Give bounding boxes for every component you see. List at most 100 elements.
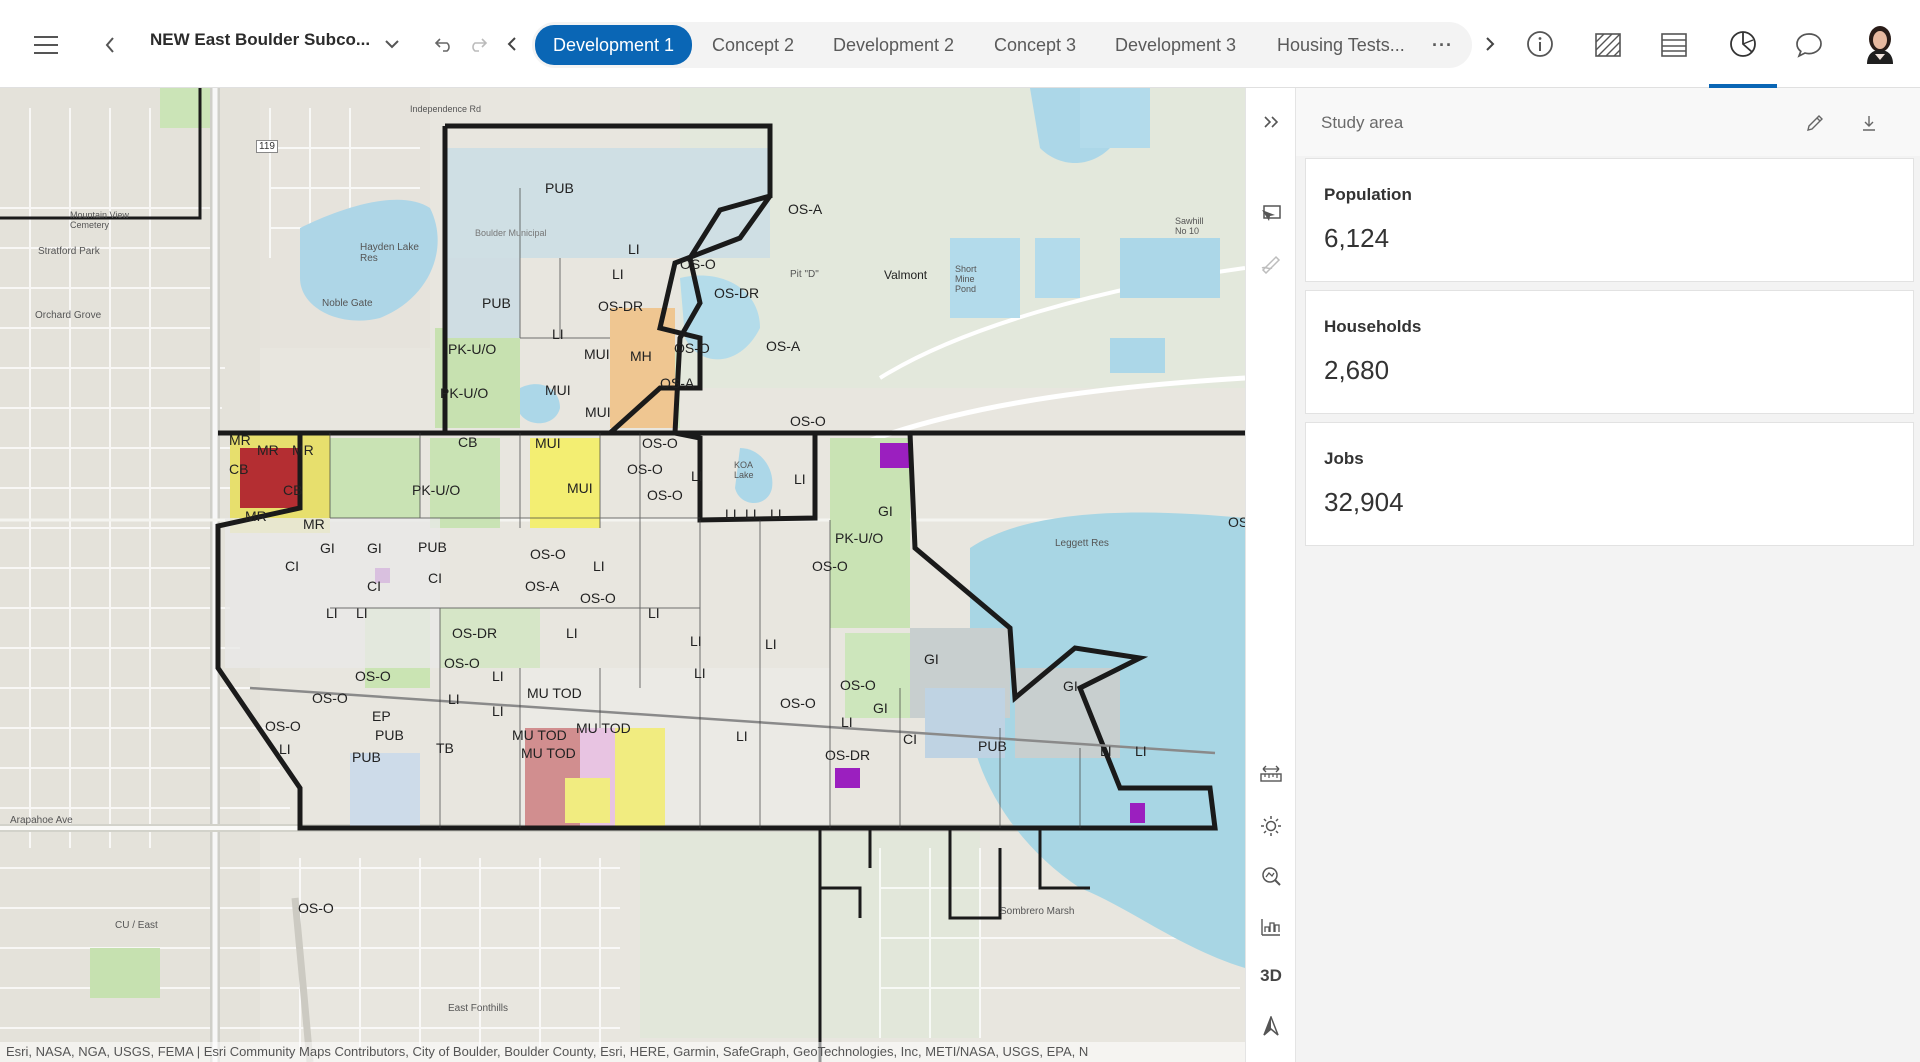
map-label: GI bbox=[878, 503, 893, 519]
metric-value: 32,904 bbox=[1324, 487, 1404, 517]
place-label: Short Mine Pond bbox=[955, 264, 977, 294]
map-tool-strip: 3D bbox=[1245, 88, 1296, 1062]
map-label: LI bbox=[492, 703, 504, 719]
map-label: CB bbox=[458, 434, 478, 450]
scenario-dropdown-chevron-icon[interactable] bbox=[380, 32, 404, 56]
place-label: Leggett Res bbox=[1055, 538, 1109, 549]
place-label: East Fonthills bbox=[448, 1003, 509, 1014]
tab-housing-tests[interactable]: Housing Tests... bbox=[1273, 26, 1409, 64]
map-label: LI bbox=[593, 558, 605, 574]
map-label: LI bbox=[492, 668, 504, 684]
more-tabs-button[interactable]: ··· bbox=[1428, 26, 1457, 64]
map-label: LI bbox=[690, 633, 702, 649]
panel-header: Study area bbox=[1296, 88, 1920, 156]
measure-icon[interactable] bbox=[1246, 754, 1296, 794]
place-label: CU / East bbox=[115, 920, 158, 931]
tab-development-1[interactable]: Development 1 bbox=[535, 25, 693, 65]
map-label: OS-O bbox=[780, 695, 816, 711]
map-label: OS-DR bbox=[714, 285, 760, 301]
map-label: LI bbox=[770, 506, 782, 522]
place-label: Sombrero Marsh bbox=[1000, 906, 1075, 917]
map-label: CI bbox=[285, 558, 299, 574]
scenario-title[interactable]: NEW East Boulder Subco... bbox=[150, 30, 372, 50]
map-label: CI bbox=[367, 578, 381, 594]
metric-value: 2,680 bbox=[1324, 355, 1390, 385]
map-label: PUB bbox=[545, 180, 574, 196]
comment-icon[interactable] bbox=[1792, 30, 1826, 60]
dashboard-chart-icon[interactable] bbox=[1726, 28, 1760, 60]
map-label: OS-A bbox=[766, 338, 801, 354]
north-arrow-icon[interactable] bbox=[1246, 1006, 1296, 1046]
map-label: MR bbox=[257, 442, 279, 458]
map-label: LI bbox=[1135, 743, 1147, 759]
place-label: Pit "D" bbox=[790, 269, 819, 280]
map-label: LI bbox=[736, 728, 748, 744]
map-label: PUB bbox=[978, 738, 1007, 754]
map-label: MR bbox=[292, 442, 314, 458]
map-label: OS bbox=[1228, 514, 1245, 530]
download-icon[interactable] bbox=[1856, 110, 1882, 136]
table-icon[interactable] bbox=[1658, 30, 1690, 60]
map-label: MUI bbox=[567, 480, 593, 496]
daylight-icon[interactable] bbox=[1246, 806, 1296, 846]
place-label: Hayden Lake Res bbox=[360, 242, 419, 264]
map-label: LI bbox=[448, 691, 460, 707]
tab-concept-3[interactable]: Concept 3 bbox=[990, 26, 1080, 64]
metric-label: Households bbox=[1324, 317, 1422, 336]
map-label: MU TOD bbox=[521, 745, 576, 761]
map-label: MU TOD bbox=[512, 727, 567, 743]
back-chevron-icon[interactable] bbox=[98, 30, 122, 60]
map-label: LI bbox=[279, 741, 291, 757]
map-label: MR bbox=[245, 508, 267, 524]
user-avatar[interactable] bbox=[1862, 24, 1898, 64]
tab-development-2[interactable]: Development 2 bbox=[829, 26, 958, 64]
menu-hamburger-icon[interactable] bbox=[30, 30, 62, 60]
collapse-panel-icon[interactable] bbox=[1246, 102, 1296, 142]
place-label: 119 bbox=[256, 140, 278, 153]
map-label: EP bbox=[372, 708, 391, 724]
tab-concept-2[interactable]: Concept 2 bbox=[708, 26, 798, 64]
map-label: OS-O bbox=[312, 690, 348, 706]
scenario-tabs: Development 1 Concept 2 Development 2 Co… bbox=[532, 22, 1472, 68]
map-label: LI bbox=[794, 471, 806, 487]
map-label: OS-A bbox=[525, 578, 560, 594]
elevation-profile-icon[interactable] bbox=[1246, 906, 1296, 946]
map-label: CI bbox=[903, 731, 917, 747]
redo-icon[interactable] bbox=[466, 32, 490, 56]
map-label: PK-U/O bbox=[412, 482, 461, 498]
edit-pencil-icon[interactable] bbox=[1802, 110, 1828, 136]
map-label: OS-O bbox=[298, 900, 334, 916]
map-label: LI bbox=[648, 605, 660, 621]
place-label: Valmont bbox=[884, 268, 928, 282]
map-label: GI bbox=[320, 540, 335, 556]
map-label: OS-DR bbox=[825, 747, 871, 763]
3d-toggle-button[interactable]: 3D bbox=[1246, 956, 1296, 996]
map-label: OS-O bbox=[642, 435, 678, 451]
map-view[interactable]: PUB LI OS-A OS-O LI PUB OS-DR OS-DR OS-O… bbox=[0, 88, 1245, 1062]
map-label: MUI bbox=[545, 382, 571, 398]
layers-hatch-icon[interactable] bbox=[1592, 30, 1624, 60]
map-label: PUB bbox=[375, 727, 404, 743]
tabs-scroll-right-icon[interactable] bbox=[1480, 32, 1500, 56]
map-label: OS-DR bbox=[598, 298, 644, 314]
top-bar: NEW East Boulder Subco... Development 1 … bbox=[0, 0, 1920, 88]
place-label: Noble Gate bbox=[322, 298, 373, 309]
undo-icon[interactable] bbox=[432, 32, 456, 56]
place-label: Mountain View Cemetery bbox=[70, 210, 129, 230]
place-label: Orchard Grove bbox=[35, 310, 102, 321]
map-label: MUI bbox=[535, 435, 561, 451]
map-label: LI bbox=[566, 625, 578, 641]
slice-icon[interactable] bbox=[1246, 856, 1296, 896]
metric-card-households: Households 2,680 bbox=[1305, 290, 1914, 414]
place-label: Independence Rd bbox=[410, 104, 482, 114]
map-label: OS-O bbox=[674, 340, 710, 356]
sketch-icon[interactable] bbox=[1246, 244, 1296, 284]
select-features-icon[interactable] bbox=[1246, 194, 1296, 234]
map-label: PUB bbox=[352, 749, 381, 765]
tab-development-3[interactable]: Development 3 bbox=[1111, 26, 1240, 64]
info-icon[interactable] bbox=[1524, 28, 1556, 60]
map-label: MU TOD bbox=[576, 720, 631, 736]
tabs-scroll-left-icon[interactable] bbox=[502, 32, 522, 56]
map-label: OS-A bbox=[788, 201, 823, 217]
map-label: MH bbox=[630, 348, 652, 364]
